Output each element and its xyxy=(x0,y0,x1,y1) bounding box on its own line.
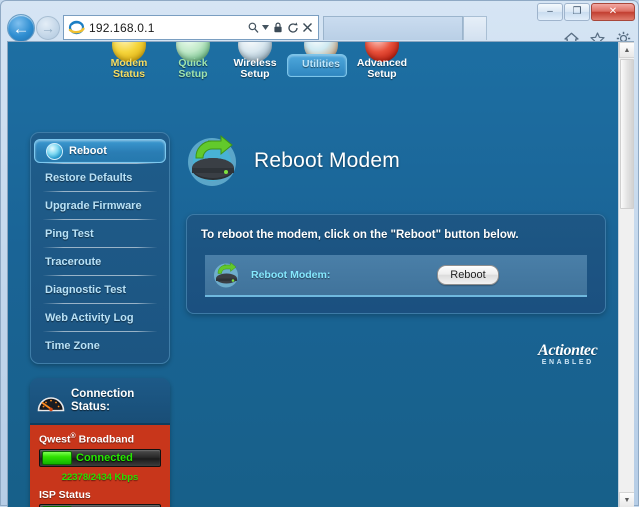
actiontec-wordmark: Actiontec xyxy=(538,342,598,360)
nav-tab-sublabel: Setup xyxy=(240,68,269,80)
scroll-up-icon: ▲ xyxy=(624,47,631,54)
utilities-sidebar: Reboot Restore Defaults Upgrade Firmware… xyxy=(30,132,170,364)
sidebar-item-label: Diagnostic Test xyxy=(45,284,126,296)
globe-icon xyxy=(46,143,63,160)
address-bar[interactable]: 192.168.0.1 xyxy=(63,15,319,40)
sidebar-item-label: Traceroute xyxy=(45,256,101,268)
stop-icon[interactable] xyxy=(300,18,315,38)
scroll-down-icon: ▼ xyxy=(624,497,631,504)
main-content: Reboot Modem To reboot the modem, click … xyxy=(186,130,606,314)
nav-tab-quick-setup[interactable]: Quick Setup xyxy=(158,42,228,82)
sidebar-item-ping-test[interactable]: Ping Test xyxy=(31,220,169,247)
sidebar-item-label: Restore Defaults xyxy=(45,172,132,184)
connection-status-body: Qwest® Broadband Connected 22378/2434 Kb… xyxy=(30,425,170,507)
back-arrow-icon: ← xyxy=(13,20,30,37)
broadband-label: Qwest® Broadband xyxy=(39,433,161,446)
back-button[interactable]: ← xyxy=(7,14,35,42)
page-header: Reboot Modem xyxy=(186,130,606,192)
lock-icon xyxy=(270,18,285,38)
broadband-label-text: Qwest xyxy=(39,434,71,446)
sidebar-item-upgrade-firmware[interactable]: Upgrade Firmware xyxy=(31,192,169,219)
nav-tab-label: Utilities xyxy=(302,58,340,70)
broadband-label-tail: Broadband xyxy=(76,434,134,446)
nav-tab-modem-status[interactable]: Modem Status xyxy=(94,42,164,82)
connection-status-panel: Connection Status: Qwest® Broadband Conn… xyxy=(30,378,170,507)
router-admin-page: Modem Status Quick Setup Wireless Se xyxy=(8,42,619,507)
page-title: Reboot Modem xyxy=(254,149,400,173)
broadband-status-text: Connected xyxy=(76,452,133,464)
broadband-led-icon xyxy=(42,451,72,465)
new-tab-button[interactable] xyxy=(463,16,487,40)
broadband-status-bar: Connected xyxy=(39,449,161,467)
nav-tab-utilities[interactable]: Utilities xyxy=(286,42,356,82)
connection-rate: 22378/2434 Kbps xyxy=(39,472,161,483)
page-viewport: Modem Status Quick Setup Wireless Se xyxy=(7,41,634,507)
sidebar-item-reboot[interactable]: Reboot xyxy=(34,139,166,163)
reboot-panel: To reboot the modem, click on the "Reboo… xyxy=(186,214,606,314)
sidebar-item-time-zone[interactable]: Time Zone xyxy=(31,332,169,359)
chevron-down-icon[interactable] xyxy=(261,18,270,38)
nav-tab-sublabel: Setup xyxy=(178,68,207,80)
reboot-row: Reboot Modem: Reboot xyxy=(205,255,587,297)
browser-tab[interactable] xyxy=(323,16,463,40)
sidebar-item-label: Time Zone xyxy=(45,340,100,352)
connection-status-title: Connection Status: xyxy=(71,388,163,414)
address-text: 192.168.0.1 xyxy=(89,21,246,35)
sidebar-item-diagnostic-test[interactable]: Diagnostic Test xyxy=(31,276,169,303)
sidebar-item-label: Ping Test xyxy=(45,228,94,240)
panel-instruction: To reboot the modem, click on the "Reboo… xyxy=(201,229,591,241)
nav-tab-advanced-setup[interactable]: Advanced Setup xyxy=(347,42,417,82)
sidebar-item-label: Upgrade Firmware xyxy=(45,200,142,212)
isp-status-bar: Connected xyxy=(39,504,161,507)
nav-tab-sublabel: Status xyxy=(113,68,145,80)
actiontec-logo: Actiontec ENABLED xyxy=(538,342,598,366)
speedometer-icon xyxy=(37,390,65,412)
sidebar-item-label: Web Activity Log xyxy=(45,312,134,324)
isp-status-label: ISP Status xyxy=(39,489,161,501)
refresh-icon[interactable] xyxy=(285,18,300,38)
reboot-button[interactable]: Reboot xyxy=(437,265,499,285)
scroll-down-button[interactable]: ▼ xyxy=(619,492,634,507)
sidebar-item-restore-defaults[interactable]: Restore Defaults xyxy=(31,164,169,191)
top-navigation: Modem Status Quick Setup Wireless Se xyxy=(8,42,619,82)
reboot-modem-icon xyxy=(186,133,242,189)
reboot-modem-row-icon xyxy=(213,261,241,289)
sidebar-item-web-activity-log[interactable]: Web Activity Log xyxy=(31,304,169,331)
vertical-scrollbar[interactable]: ▲ ▼ xyxy=(618,42,634,507)
nav-tab-sublabel: Setup xyxy=(367,68,396,80)
search-icon[interactable] xyxy=(246,18,261,38)
reboot-row-label: Reboot Modem: xyxy=(251,269,437,281)
forward-button[interactable]: → xyxy=(36,16,60,40)
forward-arrow-icon: → xyxy=(41,21,55,35)
browser-window: – ❐ ✕ ← → 192.168.0.1 xyxy=(0,0,639,506)
scrollbar-thumb[interactable] xyxy=(620,59,634,209)
actiontec-tagline: ENABLED xyxy=(538,359,598,366)
internet-explorer-icon xyxy=(68,19,85,36)
sidebar-item-traceroute[interactable]: Traceroute xyxy=(31,248,169,275)
sidebar-item-label: Reboot xyxy=(69,145,107,157)
browser-navigation-bar: ← → 192.168.0.1 xyxy=(1,13,639,43)
connection-status-header: Connection Status: xyxy=(30,378,170,425)
scroll-up-button[interactable]: ▲ xyxy=(619,42,634,58)
nav-tab-wireless-setup[interactable]: Wireless Setup xyxy=(220,42,290,82)
